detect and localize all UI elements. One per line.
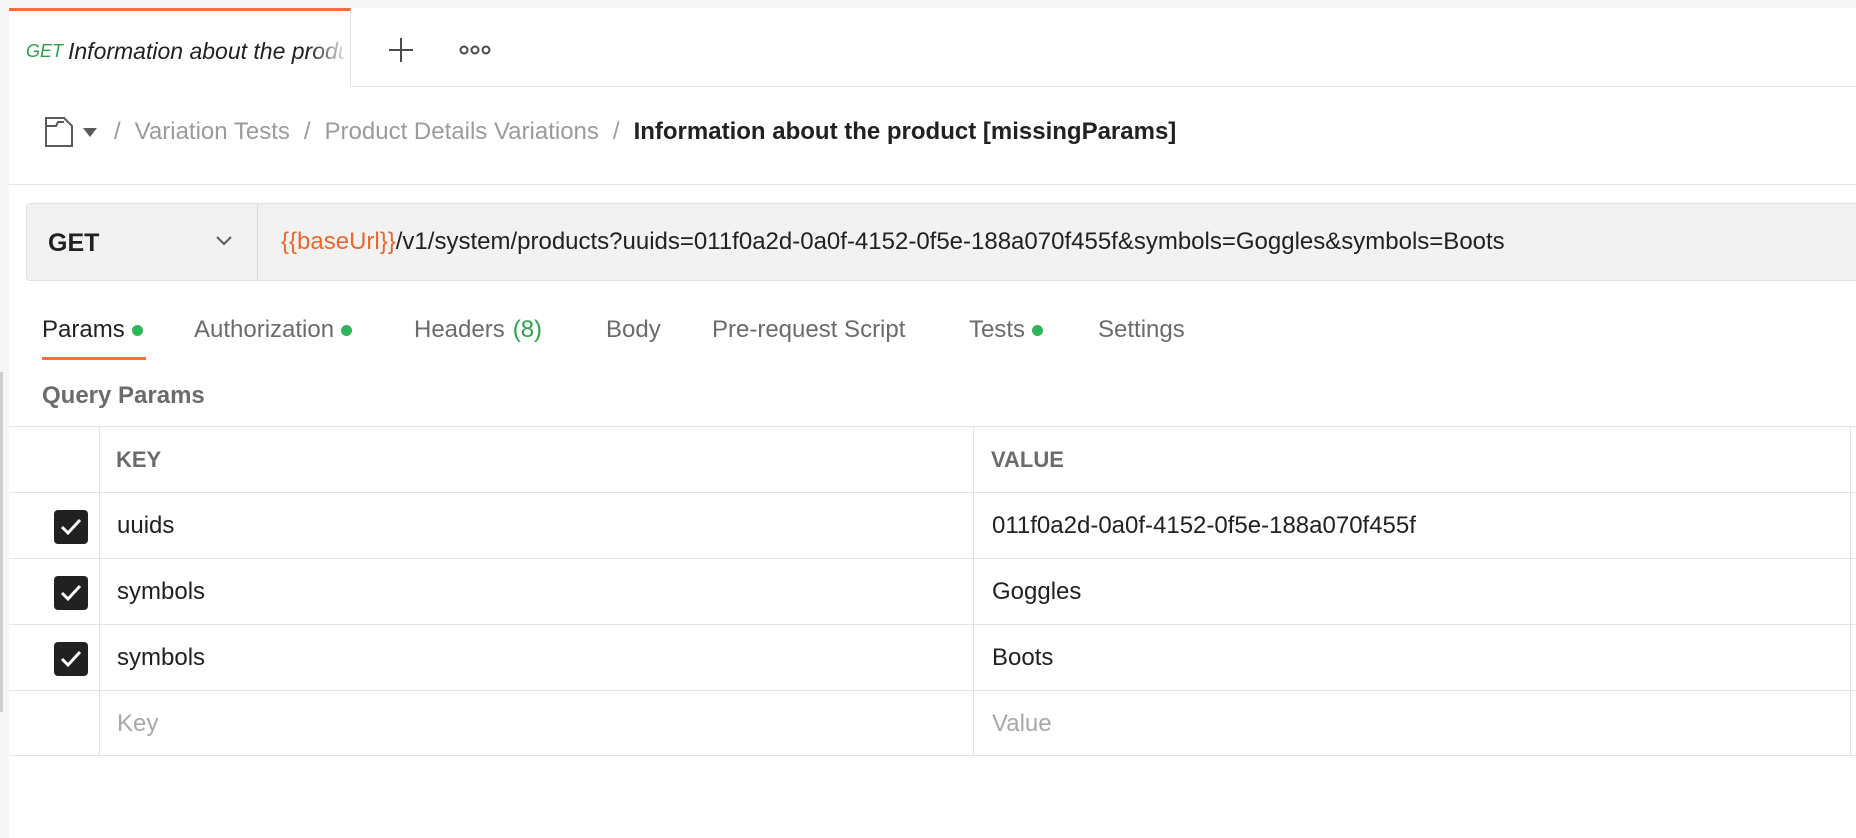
param-value: Goggles — [992, 578, 1082, 605]
tab-headers[interactable]: Headers (8) — [414, 312, 542, 348]
tab-params-label: Params — [42, 316, 125, 343]
table-row: uuids 011f0a2d-0a0f-4152-0f5e-188a070f45… — [9, 492, 1856, 558]
param-value: Boots — [992, 644, 1054, 671]
tab-settings[interactable]: Settings — [1098, 312, 1185, 348]
tab-body-label: Body — [606, 316, 661, 343]
breadcrumb-separator: / — [303, 118, 311, 145]
value-header-label: VALUE — [991, 447, 1064, 472]
more-options-icon[interactable] — [459, 43, 491, 57]
url-bar: GET {{baseUrl}}/v1/system/products?uuids… — [26, 203, 1856, 281]
table-header-row: KEY VALUE — [9, 426, 1856, 492]
checkbox-cell — [9, 493, 100, 558]
tab-title-fade — [310, 11, 350, 87]
tab-headers-label: Headers — [414, 316, 505, 343]
breadcrumb-separator: / — [114, 118, 121, 145]
chevron-down-icon — [216, 236, 232, 246]
url-path: /v1/system/products?uuids=011f0a2d-0a0f-… — [395, 228, 1505, 255]
breadcrumb-item-variation-tests[interactable]: Variation Tests — [135, 118, 290, 146]
param-key: symbols — [117, 578, 206, 605]
breadcrumb-current-request[interactable]: Information about the product [missingPa… — [634, 118, 1177, 146]
value-placeholder: Value — [992, 710, 1052, 737]
tab-pre-request-script-label: Pre-request Script — [712, 316, 906, 343]
active-tab-underline — [42, 357, 146, 360]
checkmark-icon — [60, 584, 82, 602]
tab-params[interactable]: Params — [42, 312, 143, 348]
tab-authorization-label: Authorization — [194, 316, 335, 343]
checkbox-cell — [9, 691, 100, 755]
tab-method-label: GET — [26, 41, 64, 61]
breadcrumb-item-product-details-variations[interactable]: Product Details Variations — [325, 118, 599, 146]
param-key: symbols — [117, 644, 206, 671]
query-params-table: KEY VALUE uuids 011f0a2d-0a0f-4152-0f5e-… — [9, 426, 1856, 756]
key-input-cell[interactable]: Key — [99, 691, 974, 755]
checkbox-column-header — [9, 427, 100, 492]
tab-tests-label: Tests — [969, 316, 1026, 343]
tab-settings-label: Settings — [1098, 316, 1185, 343]
key-cell[interactable]: uuids — [99, 493, 974, 558]
tab-bar: GET Information about the product [missi… — [9, 8, 1856, 87]
method-label: GET — [48, 229, 100, 257]
headers-count: (8) — [512, 316, 543, 343]
checkmark-icon — [60, 518, 82, 536]
row-checkbox[interactable] — [54, 576, 88, 610]
table-row: symbols Goggles — [9, 558, 1856, 624]
key-column-header: KEY — [99, 427, 974, 492]
key-cell[interactable]: symbols — [99, 625, 974, 690]
tab-authorization[interactable]: Authorization — [194, 312, 353, 348]
key-cell[interactable]: symbols — [99, 559, 974, 624]
new-tab-plus-icon[interactable] — [387, 36, 415, 64]
request-tab[interactable]: GET Information about the product [missi… — [9, 8, 351, 87]
checkbox-cell — [9, 559, 100, 624]
url-variable: {{baseUrl}} — [281, 228, 396, 255]
key-header-label: KEY — [116, 447, 162, 472]
value-cell[interactable]: Boots — [974, 625, 1851, 690]
table-row: symbols Boots — [9, 624, 1856, 690]
value-column-header: VALUE — [974, 427, 1851, 492]
row-checkbox[interactable] — [54, 642, 88, 676]
tab-title: Information about the product [missingPa… — [68, 38, 344, 64]
key-placeholder: Key — [117, 710, 159, 737]
value-cell[interactable]: 011f0a2d-0a0f-4152-0f5e-188a070f455f — [974, 493, 1851, 558]
row-checkbox[interactable] — [54, 510, 88, 544]
value-cell[interactable]: Goggles — [974, 559, 1851, 624]
status-dot — [341, 324, 353, 336]
breadcrumb: / Variation Tests / Product Details Vari… — [44, 112, 1176, 152]
query-params-title: Query Params — [42, 382, 205, 409]
checkmark-icon — [60, 650, 82, 668]
sidebar-resize-handle[interactable] — [0, 372, 3, 712]
tab-pre-request-script[interactable]: Pre-request Script — [712, 312, 905, 348]
tab-tests[interactable]: Tests — [969, 312, 1044, 348]
status-dot — [131, 324, 143, 336]
status-dot — [1032, 324, 1044, 336]
method-select[interactable]: GET — [27, 204, 258, 280]
value-input-cell[interactable]: Value — [974, 691, 1851, 755]
breadcrumb-separator: / — [612, 118, 620, 145]
caret-down-icon[interactable] — [82, 126, 98, 138]
checkbox-cell — [9, 625, 100, 690]
collection-icon[interactable] — [44, 116, 74, 148]
tab-body[interactable]: Body — [606, 312, 661, 348]
param-value: 011f0a2d-0a0f-4152-0f5e-188a070f455f — [992, 512, 1416, 539]
param-key: uuids — [117, 512, 175, 539]
header-divider — [9, 184, 1856, 185]
table-row-empty: Key Value — [9, 690, 1856, 756]
url-input[interactable]: {{baseUrl}}/v1/system/products?uuids=011… — [281, 228, 1505, 256]
